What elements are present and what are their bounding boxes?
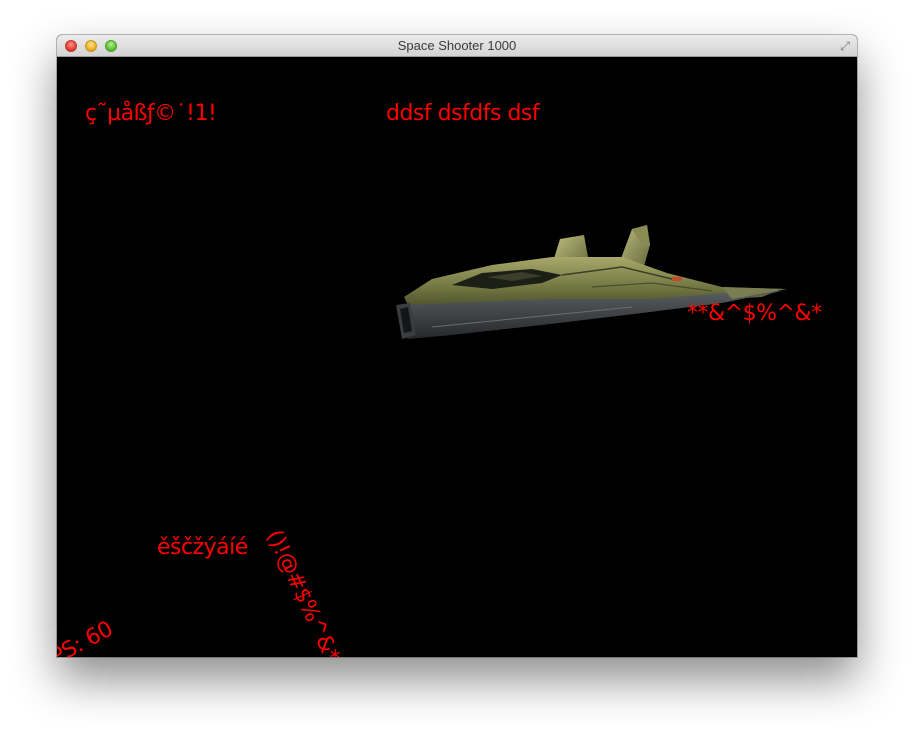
game-viewport[interactable]: ç˜µåßƒ©˙!1! ddsf dsfdfs dsf **&^$%^&* ěš… — [57, 57, 857, 657]
game-window: Space Shooter 1000 ⤢ ç˜µåßƒ©˙!1! ddsf ds… — [57, 35, 857, 657]
scene-text-3: **&^$%^&* — [687, 301, 822, 326]
scene-text-4: ěščžýáíé — [157, 535, 248, 560]
scene-text-5: ()!@#$%^&*() — [261, 526, 352, 657]
desktop: Space Shooter 1000 ⤢ ç˜µåßƒ©˙!1! ddsf ds… — [0, 0, 914, 736]
scene-text-1: ç˜µåßƒ©˙!1! — [85, 101, 217, 126]
title-bar[interactable]: Space Shooter 1000 ⤢ — [57, 35, 857, 57]
fullscreen-icon[interactable]: ⤢ — [838, 39, 852, 53]
window-title: Space Shooter 1000 — [397, 38, 517, 53]
scene-text-2: ddsf dsfdfs dsf — [386, 101, 540, 126]
fps-counter: FPS: 60 — [57, 616, 118, 657]
